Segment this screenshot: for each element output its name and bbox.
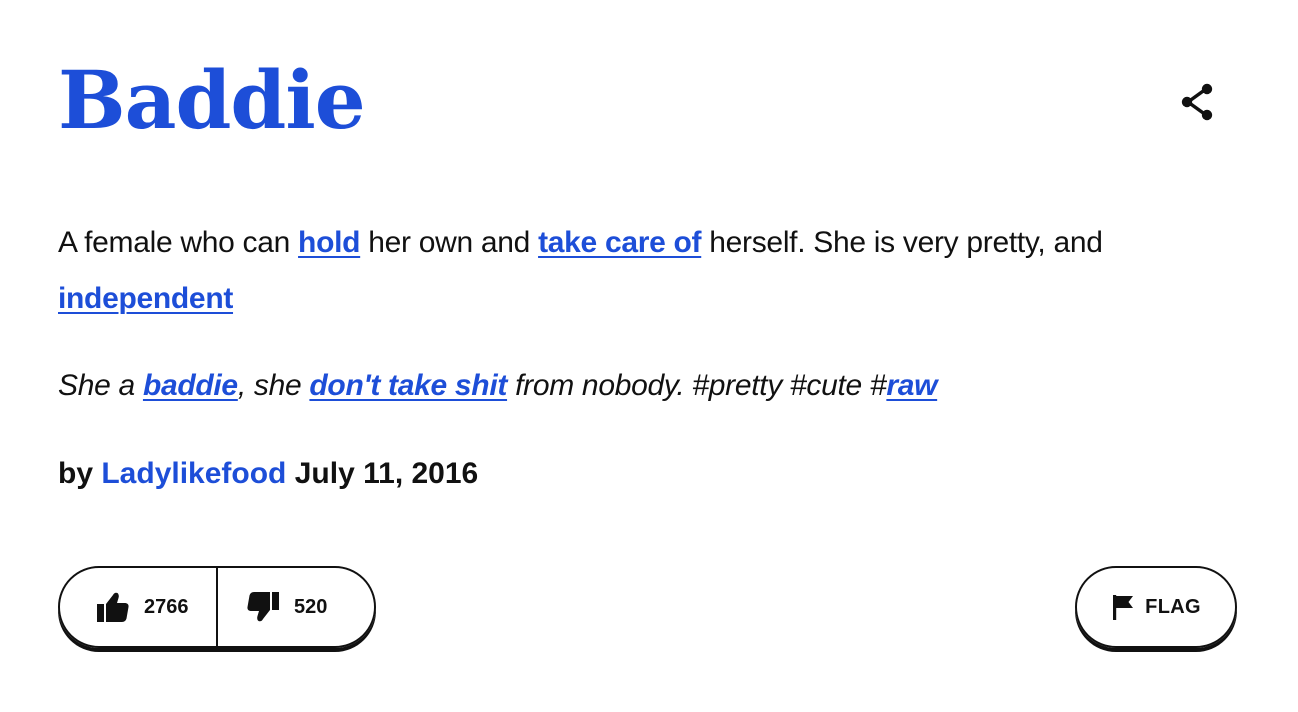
vote-group: 2766 520 [58,566,376,648]
definition-link-hold[interactable]: hold [298,226,360,259]
flag-icon [1113,595,1134,620]
definition-link-take-care-of[interactable]: take care of [538,226,701,259]
contributor-line: by Ladylikefood July 11, 2016 [58,450,478,498]
share-button[interactable] [1176,80,1220,124]
flag-label: FLAG [1145,595,1201,618]
word-title[interactable]: Baddie [58,52,366,148]
word-title-text[interactable]: Baddie [58,53,366,147]
example-text-2: , she [237,369,310,402]
example: She a baddie, she don't take shit from n… [58,358,1238,414]
upvote-button[interactable]: 2766 [60,568,218,646]
flag-button[interactable]: FLAG [1075,566,1237,648]
downvote-count: 520 [294,595,328,618]
author-link[interactable]: Ladylikefood [101,457,286,490]
definition-text-2: her own and [360,226,539,259]
upvote-count: 2766 [144,595,189,618]
contributor-prefix: by [58,457,94,490]
definition-text-3: herself. She is very pretty, and [701,226,1103,259]
post-date: July 11, 2016 [294,457,479,490]
definition-link-independent[interactable]: independent [58,282,233,315]
example-link-baddie[interactable]: baddie [143,369,238,402]
definition-text-1: A female who can [58,226,299,259]
example-link-dont-take-shit[interactable]: don't take shit [309,369,507,402]
thumbs-down-icon [247,592,279,622]
downvote-button[interactable]: 520 [218,568,374,646]
example-text-3: from nobody. #pretty #cute # [507,369,887,402]
example-link-raw[interactable]: raw [886,369,937,402]
definition: A female who can hold her own and take c… [58,215,1238,327]
share-icon [1181,83,1213,121]
example-text-1: She a [58,369,143,402]
thumbs-up-icon [97,592,129,622]
